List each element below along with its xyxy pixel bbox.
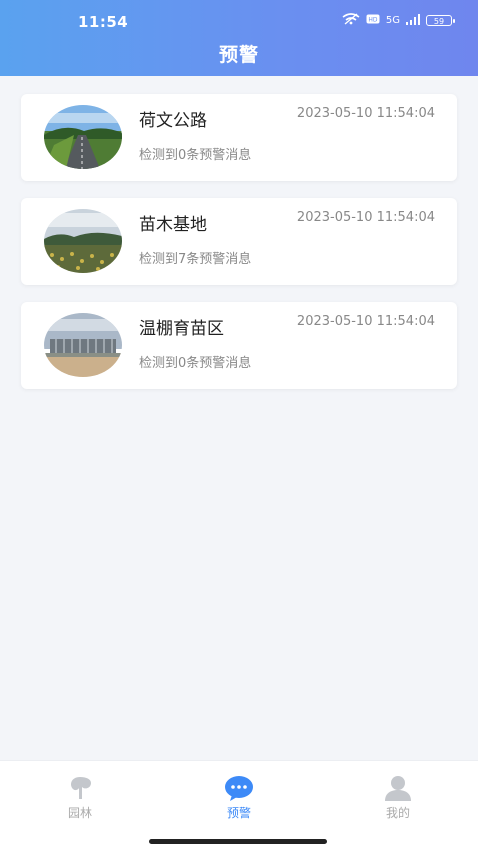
- alert-message: 检测到7条预警消息: [139, 252, 252, 267]
- alert-card[interactable]: 苗木基地 2023-05-10 11:54:04 检测到7条预警消息: [21, 198, 457, 285]
- nursery-photo: [44, 209, 122, 273]
- alert-message: 检测到0条预警消息: [139, 148, 252, 163]
- alert-time: 2023-05-10 11:54:04: [296, 210, 435, 225]
- alert-message: 检测到0条预警消息: [139, 356, 252, 371]
- home-indicator[interactable]: [149, 839, 327, 844]
- tab-garden[interactable]: 园林: [40, 775, 120, 821]
- status-icons: HD 5G 59: [342, 13, 455, 28]
- battery-icon: 59: [426, 15, 455, 26]
- app-header: 11:54 HD 5G 59 预警: [0, 0, 478, 76]
- alert-list: 荷文公路 2023-05-10 11:54:04 检测到0条预警消息 苗木基地 …: [21, 94, 457, 406]
- site-name: 苗木基地: [139, 215, 207, 235]
- chat-bubble-icon: [224, 775, 254, 801]
- road-photo: [44, 105, 122, 169]
- site-name: 荷文公路: [139, 111, 207, 131]
- signal-icon: [406, 13, 420, 28]
- svg-text:HD: HD: [368, 17, 378, 24]
- tab-label: 我的: [385, 806, 410, 820]
- bottom-tabbar: 园林 预警 我的: [0, 760, 478, 851]
- greenhouse-photo: [44, 313, 122, 377]
- alert-card[interactable]: 温棚育苗区 2023-05-10 11:54:04 检测到0条预警消息: [21, 302, 457, 389]
- tab-mine[interactable]: 我的: [358, 775, 438, 821]
- hd-icon: HD: [366, 14, 380, 27]
- tab-label: 预警: [226, 806, 251, 820]
- alert-time: 2023-05-10 11:54:04: [296, 314, 435, 329]
- tree-icon: [65, 775, 95, 801]
- site-name: 温棚育苗区: [139, 319, 224, 339]
- tab-alerts[interactable]: 预警: [199, 775, 279, 821]
- user-icon: [383, 775, 413, 801]
- page-title: 预警: [218, 44, 259, 66]
- alert-card[interactable]: 荷文公路 2023-05-10 11:54:04 检测到0条预警消息: [21, 94, 457, 181]
- status-time: 11:54: [78, 13, 129, 31]
- wifi-off-icon: [342, 13, 360, 28]
- alert-time: 2023-05-10 11:54:04: [296, 106, 435, 121]
- tab-label: 园林: [67, 806, 92, 820]
- network-label: 5G: [385, 15, 400, 26]
